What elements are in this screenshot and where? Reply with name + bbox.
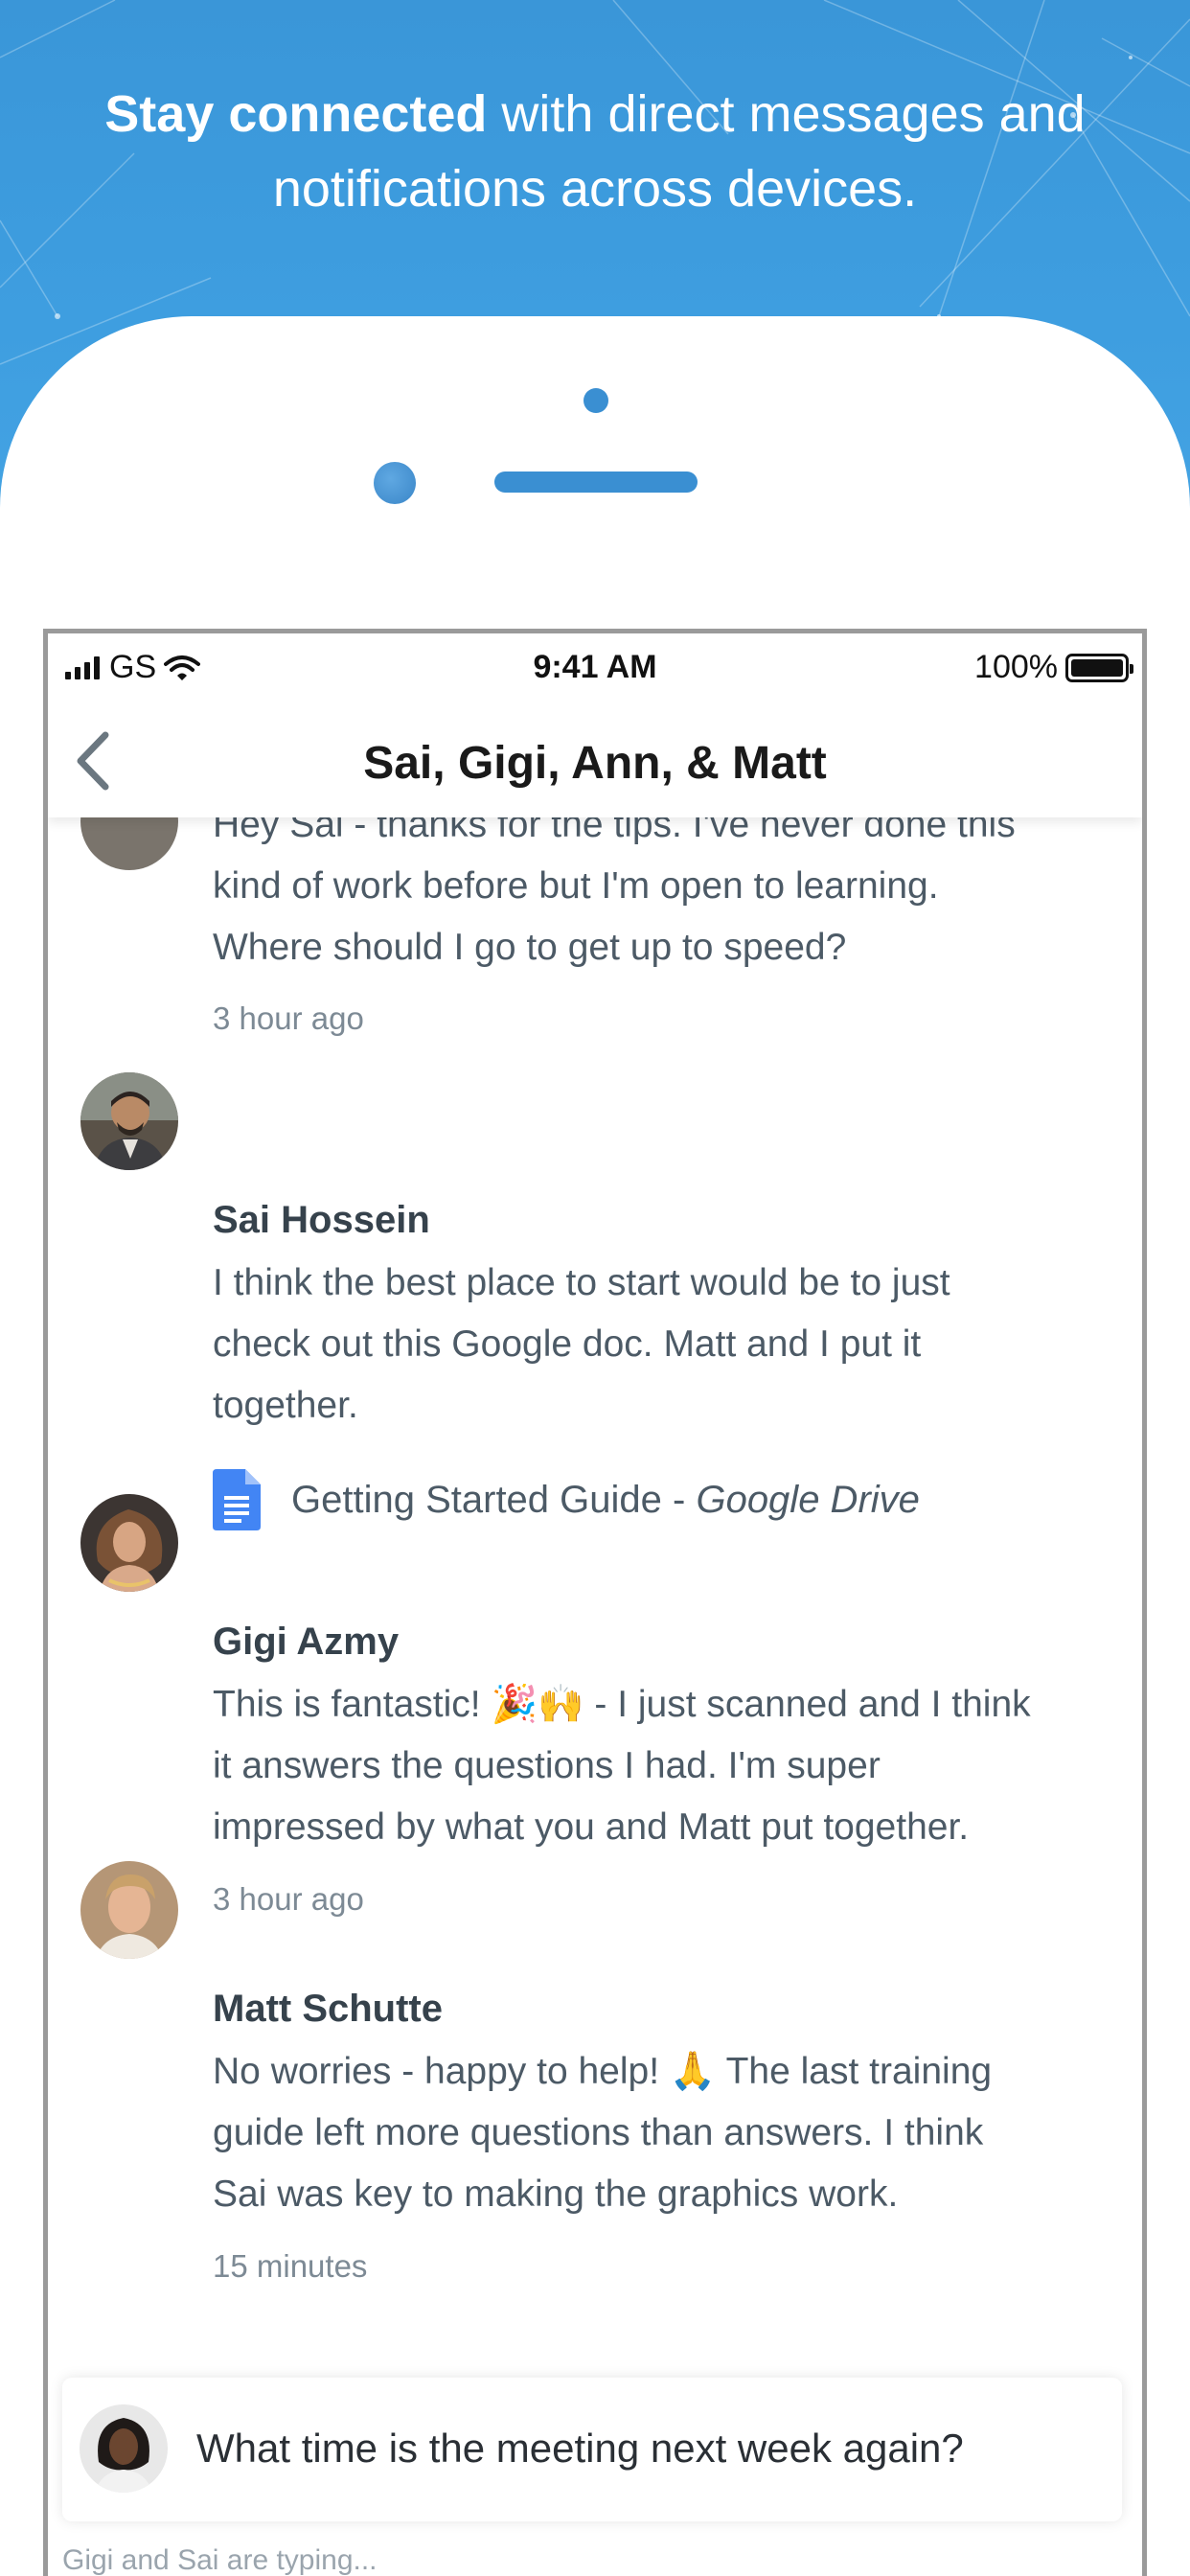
message-timestamp: 3 hour ago [213, 1881, 364, 1917]
message-text-line: check out this Google doc. Matt and I pu… [213, 1323, 922, 1365]
avatar-sai-hossein[interactable] [80, 1072, 178, 1170]
message-text-line: impressed by what you and Matt put toget… [213, 1806, 970, 1848]
message-text-line: This is fantastic! 🎉🙌 - I just scanned a… [213, 1674, 1133, 1736]
avatar-current-user [80, 2404, 168, 2493]
phone-screen: GS 9:41 AM 100% Sai, Gigi, Ann, & Matt H… [43, 629, 1147, 2576]
typing-indicator: Gigi and Sai are typing... [62, 2544, 378, 2576]
battery-icon [1065, 653, 1133, 682]
headline-line1: with direct messages and [487, 85, 1086, 143]
phone-camera [374, 462, 416, 504]
message-text-line: Where should I go to get up to speed? [213, 927, 847, 968]
attachment-title: Getting Started Guide - [291, 1478, 697, 1521]
message-text-line: guide left more questions than answers. … [213, 2112, 984, 2153]
battery-percent: 100% [974, 649, 1058, 685]
message-composer[interactable]: What time is the meeting next week again… [62, 2378, 1122, 2521]
message-text-fragment: No worries - happy to help! [213, 2051, 670, 2092]
party-clap-emoji: 🎉🙌 [491, 1683, 584, 1726]
headline-bold: Stay connected [104, 85, 488, 143]
message-timestamp: 3 hour ago [213, 1000, 364, 1036]
message-text-line: kind of work before but I'm open to lear… [213, 865, 939, 907]
message-text-line: Sai was key to making the graphics work. [213, 2174, 899, 2215]
phone-speaker [494, 472, 698, 493]
avatar-matt-schutte[interactable] [80, 1861, 178, 1959]
conversation-header: Sai, Gigi, Ann, & Matt [48, 701, 1142, 817]
sender-name: Matt Schutte [213, 1988, 443, 2030]
message-text-line: it answers the questions I had. I'm supe… [213, 1745, 881, 1786]
message-text-fragment: The last training [716, 2051, 993, 2092]
attachment-source: Google Drive [696, 1478, 920, 1521]
message-text-line: I think the best place to start would be… [213, 1262, 950, 1303]
avatar-gigi-azmy[interactable] [80, 1494, 178, 1592]
sender-name: Gigi Azmy [213, 1621, 400, 1663]
phone-sensor-dot [584, 388, 608, 413]
sender-name: Sai Hossein [213, 1199, 430, 1241]
message-text-line: together. [213, 1385, 358, 1426]
praying-hands-emoji: 🙏 [669, 2050, 717, 2093]
status-bar: GS 9:41 AM 100% [48, 633, 1142, 701]
conversation-title: Sai, Gigi, Ann, & Matt [363, 738, 827, 789]
message-timestamp: 15 minutes [213, 2248, 368, 2284]
headline: Stay connected with direct messages and … [0, 77, 1190, 226]
message-text-fragment: This is fantastic! [213, 1684, 492, 1725]
message-input[interactable]: What time is the meeting next week again… [196, 2426, 964, 2472]
headline-line2: notifications across devices. [272, 160, 918, 218]
message-text-fragment: - I just scanned and I think [584, 1684, 1031, 1725]
attachment-google-doc[interactable]: Getting Started Guide - Google Drive [213, 1469, 920, 1530]
message-text-line: No worries - happy to help! 🙏 The last t… [213, 2041, 1133, 2103]
google-docs-icon [213, 1469, 261, 1530]
